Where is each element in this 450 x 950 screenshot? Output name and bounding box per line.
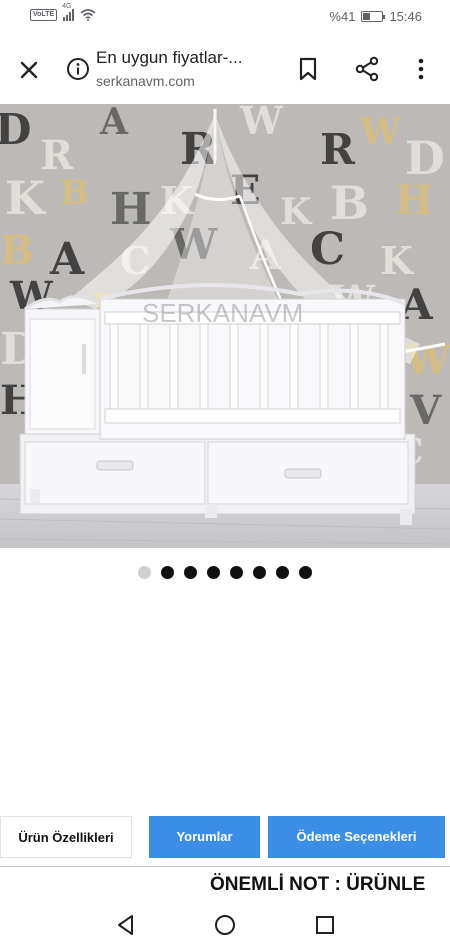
carousel-dot[interactable] bbox=[299, 566, 312, 579]
svg-text:R: R bbox=[40, 132, 74, 179]
product-image[interactable]: D R A R W R W D K B H K E K B H B A C W … bbox=[0, 104, 450, 548]
signal-icon: 4G bbox=[62, 3, 75, 21]
carousel-indicator bbox=[0, 566, 450, 582]
svg-text:V: V bbox=[409, 387, 442, 434]
svg-text:B: B bbox=[0, 227, 34, 274]
svg-text:H: H bbox=[395, 177, 433, 224]
system-nav-bar bbox=[0, 900, 450, 950]
svg-text:R: R bbox=[320, 125, 356, 174]
carousel-dot[interactable] bbox=[276, 566, 289, 579]
carousel-dot[interactable] bbox=[138, 566, 151, 579]
watermark: SERKANAVM bbox=[142, 298, 303, 328]
status-left: VoLTE 4G bbox=[30, 3, 96, 21]
carousel-dot[interactable] bbox=[184, 566, 197, 579]
back-icon[interactable] bbox=[114, 913, 138, 937]
volte-icon: VoLTE bbox=[30, 9, 58, 21]
battery-percent: %41 bbox=[329, 9, 356, 24]
crib-photo: D R A R W R W D K B H K E K B H B A C W … bbox=[0, 104, 450, 548]
clock: 15:46 bbox=[389, 9, 422, 24]
svg-text:D: D bbox=[0, 105, 31, 154]
svg-text:K: K bbox=[280, 191, 313, 233]
tab-payment-options[interactable]: Ödeme Seçenekleri bbox=[268, 816, 445, 858]
page-url[interactable]: serkanavm.com bbox=[96, 73, 195, 89]
network-type: 4G bbox=[62, 3, 72, 10]
divider bbox=[0, 866, 450, 867]
battery-icon bbox=[361, 11, 386, 22]
tab-reviews[interactable]: Yorumlar bbox=[149, 816, 260, 858]
tab-product-specs[interactable]: Ürün Özellikleri bbox=[0, 816, 132, 858]
svg-text:A: A bbox=[49, 234, 85, 285]
important-note: ÖNEMLİ NOT : ÜRÜNLE bbox=[210, 874, 426, 895]
page-title[interactable]: En uygun fiyatlar-... bbox=[96, 48, 286, 68]
product-tabs: Ürün Özellikleri Yorumlar Ödeme Seçenekl… bbox=[0, 816, 450, 858]
svg-text:C: C bbox=[310, 224, 345, 275]
carousel-dot[interactable] bbox=[161, 566, 174, 579]
carousel-dot[interactable] bbox=[253, 566, 266, 579]
wifi-icon bbox=[80, 9, 96, 21]
bookmark-icon[interactable] bbox=[296, 56, 320, 82]
svg-text:W: W bbox=[359, 111, 401, 153]
carousel-dot[interactable] bbox=[207, 566, 220, 579]
info-icon[interactable] bbox=[66, 57, 90, 81]
carousel-dot[interactable] bbox=[230, 566, 243, 579]
browser-toolbar: En uygun fiyatlar-... serkanavm.com bbox=[0, 34, 450, 104]
svg-text:K: K bbox=[380, 238, 415, 283]
svg-text:H: H bbox=[110, 184, 152, 235]
close-icon[interactable] bbox=[16, 57, 42, 83]
recents-icon[interactable] bbox=[313, 913, 337, 937]
more-vert-icon[interactable] bbox=[411, 56, 431, 82]
home-icon[interactable] bbox=[213, 913, 237, 937]
status-right: %41 15:46 bbox=[329, 9, 422, 24]
svg-text:B: B bbox=[330, 176, 369, 230]
svg-text:B: B bbox=[60, 173, 89, 213]
share-icon[interactable] bbox=[354, 56, 380, 82]
svg-text:K: K bbox=[5, 171, 47, 225]
svg-text:W: W bbox=[239, 104, 284, 143]
status-bar: VoLTE 4G %41 15:46 bbox=[0, 0, 450, 34]
svg-text:A: A bbox=[99, 104, 129, 143]
